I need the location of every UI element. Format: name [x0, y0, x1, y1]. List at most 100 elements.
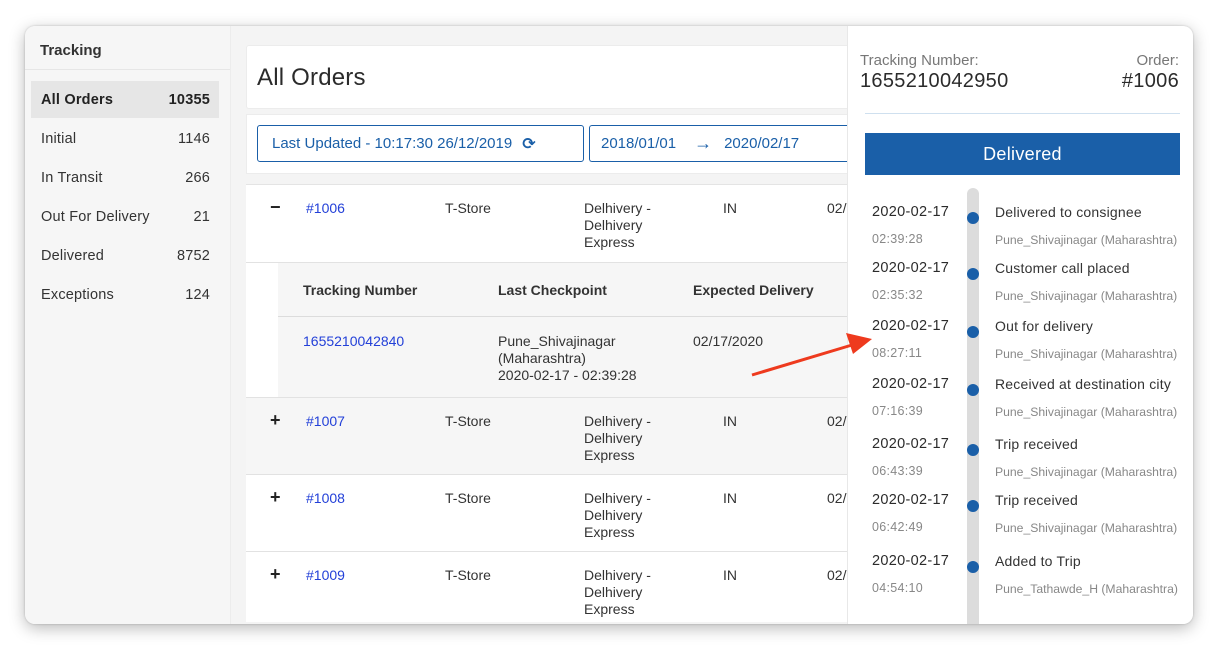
expand-icon[interactable]: +: [270, 487, 281, 508]
event-location: Pune_Tathawde_H (Maharashtra): [995, 582, 1178, 596]
column-header-expected-delivery: Expected Delivery: [693, 282, 814, 298]
sidebar-item-label: All Orders: [41, 91, 114, 108]
sidebar-nav: All Orders 10355 Initial 1146 In Transit…: [25, 70, 230, 313]
event-description: Added to Trip: [995, 553, 1081, 569]
sidebar-item-out-for-delivery[interactable]: Out For Delivery 21: [31, 198, 219, 235]
expand-icon[interactable]: +: [270, 564, 281, 585]
sidebar-item-count: 8752: [176, 247, 210, 264]
event-time: 02:35:32: [872, 288, 924, 302]
carrier-name: Delhivery - Delhivery Express: [584, 413, 651, 463]
table-row[interactable]: + #1008 T-Store Delhivery - Delhivery Ex…: [246, 475, 866, 552]
timeline-event: 2020-02-17 06:42:49 Trip received Pune_S…: [848, 492, 1193, 548]
tracking-detail-panel: Tracking Number: 1655210042950 Order: #1…: [847, 26, 1193, 624]
timeline-event: 2020-02-17 07:16:39 Received at destinat…: [848, 376, 1193, 432]
timeline-dot-icon: [967, 500, 979, 512]
status-badge: Delivered: [865, 133, 1180, 175]
event-time: 02:39:28: [872, 232, 924, 246]
event-location: Pune_Shivajinagar (Maharashtra): [995, 521, 1178, 535]
event-time: 04:54:10: [872, 581, 924, 595]
event-location: Pune_Shivajinagar (Maharashtra): [995, 289, 1178, 303]
checkpoint-location: Pune_Shivajinagar: [498, 333, 616, 349]
arrow-right-icon: →: [694, 133, 713, 153]
event-description: Delivered to consignee: [995, 204, 1142, 220]
carrier-name: Delhivery - Delhivery Express: [584, 567, 651, 617]
timeline-event: 2020-02-17 08:27:11 Out for delivery Pun…: [848, 318, 1193, 374]
sidebar-item-count: 10355: [168, 91, 210, 108]
tracking-number-label: Tracking Number:: [860, 52, 979, 69]
order-id-link[interactable]: #1009: [306, 567, 345, 583]
table-row[interactable]: + #1009 T-Store Delhivery - Delhivery Ex…: [246, 552, 866, 622]
country-code: IN: [723, 413, 737, 429]
sidebar-item-label: Delivered: [41, 247, 105, 264]
carrier-name: Delhivery - Delhivery Express: [584, 200, 651, 250]
sidebar-item-label: Out For Delivery: [41, 208, 150, 225]
expand-icon[interactable]: +: [270, 410, 281, 431]
sidebar-item-label: In Transit: [41, 169, 103, 186]
sidebar-item-in-transit[interactable]: In Transit 266: [31, 159, 219, 196]
order-label: Order:: [1136, 52, 1179, 69]
title-card: All Orders: [246, 45, 866, 109]
store-name: T-Store: [445, 490, 491, 506]
event-date: 2020-02-17: [872, 376, 950, 392]
timeline-event: 2020-02-17 04:54:10 Added to Trip Pune_T…: [848, 553, 1193, 609]
event-location: Pune_Shivajinagar (Maharashtra): [995, 405, 1178, 419]
orders-table: − #1006 T-Store Delhivery - Delhivery Ex…: [246, 184, 866, 622]
order-value: #1006: [1121, 70, 1179, 92]
checkpoint-region: (Maharashtra): [498, 350, 586, 366]
sidebar-item-exceptions[interactable]: Exceptions 124: [31, 276, 219, 313]
sidebar-item-label: Exceptions: [41, 286, 114, 303]
column-header-last-checkpoint: Last Checkpoint: [498, 282, 607, 298]
tracking-number-value: 1655210042950: [860, 70, 1009, 92]
sidebar-item-label: Initial: [41, 130, 77, 147]
sidebar-title: Tracking: [25, 26, 230, 70]
timeline-dot-icon: [967, 384, 979, 396]
collapse-icon[interactable]: −: [270, 197, 281, 218]
date-range-picker[interactable]: 2018/01/01 → 2020/02/17: [589, 125, 879, 162]
table-row[interactable]: − #1006 T-Store Delhivery - Delhivery Ex…: [246, 185, 866, 263]
timeline-dot-icon: [967, 212, 979, 224]
date-from[interactable]: 2018/01/01: [601, 135, 676, 152]
page-title: All Orders: [257, 64, 366, 91]
sidebar-item-count: 21: [193, 208, 210, 225]
event-description: Trip received: [995, 492, 1078, 508]
event-location: Pune_Shivajinagar (Maharashtra): [995, 465, 1178, 479]
sidebar-item-all-orders[interactable]: All Orders 10355: [31, 81, 219, 118]
store-name: T-Store: [445, 567, 491, 583]
tracking-number-link[interactable]: 1655210042840: [303, 333, 404, 349]
timeline-event: 2020-02-17 06:43:39 Trip received Pune_S…: [848, 436, 1193, 492]
event-time: 06:43:39: [872, 464, 924, 478]
expected-delivery-date: 02/17/2020: [693, 333, 764, 349]
last-updated-refresh-button[interactable]: Last Updated - 10:17:30 26/12/2019 ⟳: [257, 125, 584, 162]
last-updated-label: Last Updated - 10:17:30 26/12/2019: [272, 135, 513, 152]
sidebar-item-initial[interactable]: Initial 1146: [31, 120, 219, 157]
event-date: 2020-02-17: [872, 492, 950, 508]
country-code: IN: [723, 567, 737, 583]
store-name: T-Store: [445, 413, 491, 429]
country-code: IN: [723, 490, 737, 506]
event-time: 06:42:49: [872, 520, 924, 534]
order-id-link[interactable]: #1006: [306, 200, 345, 216]
event-description: Received at destination city: [995, 376, 1172, 392]
sidebar-item-delivered[interactable]: Delivered 8752: [31, 237, 219, 274]
event-description: Trip received: [995, 436, 1078, 452]
timeline-event: 2020-02-17 02:35:32 Customer call placed…: [848, 260, 1193, 316]
subtable-header: Tracking Number Last Checkpoint Expected…: [278, 263, 866, 317]
refresh-icon: ⟳: [522, 135, 536, 153]
filter-bar: Last Updated - 10:17:30 26/12/2019 ⟳ 201…: [246, 114, 879, 174]
checkpoint-timestamp: 2020-02-17 - 02:39:28: [498, 367, 637, 383]
order-id-link[interactable]: #1008: [306, 490, 345, 506]
timeline-dot-icon: [967, 444, 979, 456]
country-code: IN: [723, 200, 737, 216]
event-date: 2020-02-17: [872, 204, 950, 220]
order-id-link[interactable]: #1007: [306, 413, 345, 429]
date-to[interactable]: 2020/02/17: [724, 135, 799, 152]
event-description: Out for delivery: [995, 318, 1094, 334]
event-time: 08:27:11: [872, 346, 923, 360]
order-date: 02/: [827, 490, 847, 506]
table-row[interactable]: + #1007 T-Store Delhivery - Delhivery Ex…: [246, 398, 866, 475]
event-location: Pune_Shivajinagar (Maharashtra): [995, 347, 1178, 361]
divider: [865, 113, 1180, 114]
timeline-dot-icon: [967, 561, 979, 573]
event-date: 2020-02-17: [872, 553, 950, 569]
expanded-tracking-details: Tracking Number Last Checkpoint Expected…: [246, 263, 866, 398]
